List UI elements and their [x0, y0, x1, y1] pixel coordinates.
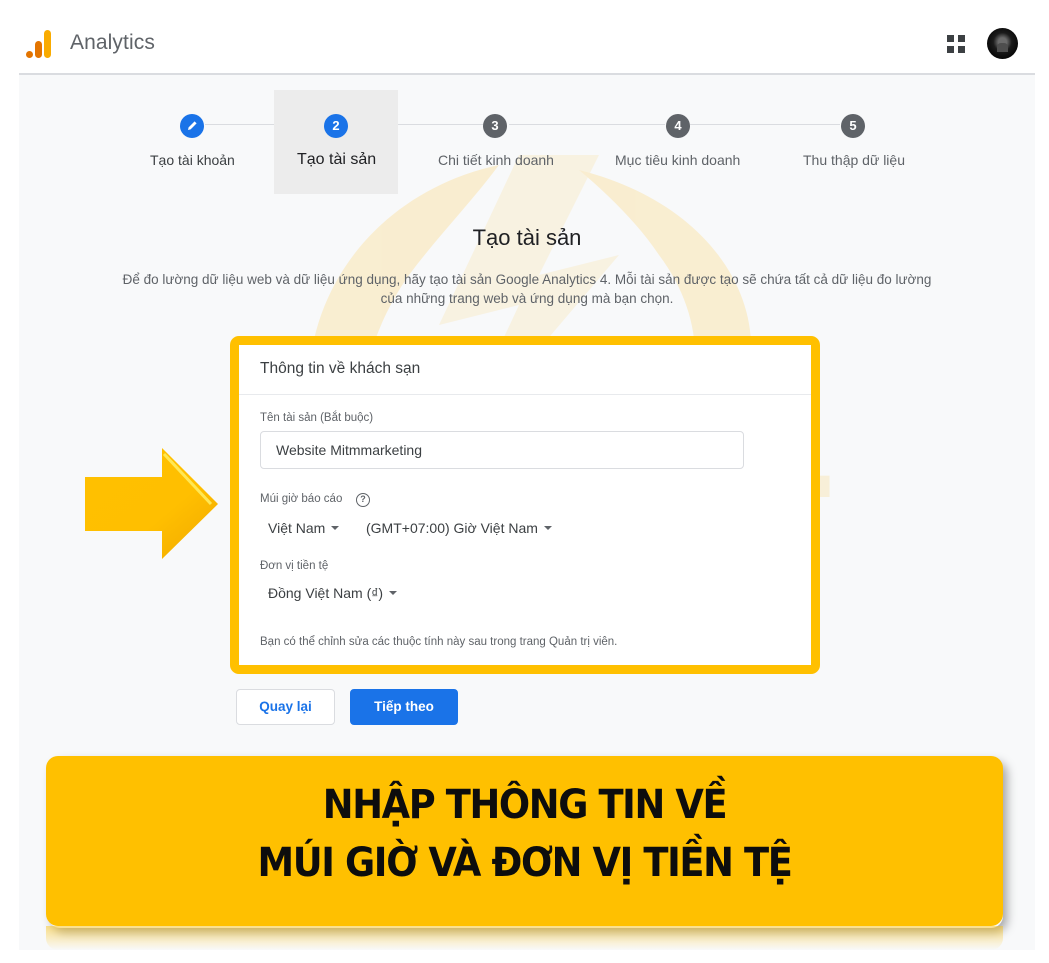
page-title: Tạo tài sản — [472, 225, 582, 250]
page-description: Để đo lường dữ liệu web và dữ liệu ứng d… — [122, 272, 932, 306]
currency-dropdown[interactable]: Đồng Việt Nam (₫) — [268, 585, 398, 601]
analytics-logo-icon[interactable] — [26, 28, 52, 58]
caret-down-icon — [389, 591, 398, 596]
step-label: Chi tiết kinh doanh — [438, 152, 554, 168]
step-label: Tạo tài khoản — [150, 152, 235, 168]
step-business-details[interactable]: 3 Chi tiết kinh doanh — [419, 90, 579, 194]
property-details-card: Thông tin về khách sạn Tên tài sản (Bắt … — [230, 336, 820, 674]
step-label: Tạo tài sản — [297, 151, 377, 168]
currency-label: Đơn vị tiền tệ — [260, 560, 329, 572]
pointer-arrow-icon — [85, 448, 218, 559]
step-number: 5 — [841, 114, 865, 138]
step-create-property[interactable]: 2 Tạo tài sản — [274, 90, 398, 194]
caret-down-icon — [543, 526, 552, 531]
property-name-label: Tên tài sản (Bắt buộc) — [260, 412, 374, 424]
timezone-country-dropdown[interactable]: Việt Nam — [268, 520, 340, 536]
card-title: Thông tin về khách sạn — [260, 360, 421, 377]
edit-later-hint: Bạn có thể chỉnh sửa các thuộc tính này … — [260, 636, 618, 648]
currency-value: Đồng Việt Nam (₫) — [268, 585, 384, 601]
user-avatar[interactable] — [987, 28, 1018, 59]
banner-line-2: MÚI GIỜ VÀ ĐƠN VỊ TIỀN TỆ — [257, 840, 792, 886]
timezone-zone-value: (GMT+07:00) Giờ Việt Nam — [366, 520, 538, 536]
step-label: Mục tiêu kinh doanh — [615, 152, 741, 168]
property-name-input[interactable] — [260, 431, 744, 469]
timezone-label: Múi giờ báo cáo — [260, 493, 343, 505]
apps-grid-icon[interactable] — [947, 35, 965, 53]
banner-reflection — [46, 926, 1003, 950]
top-app-bar: Analytics — [0, 0, 1049, 74]
step-number: 4 — [666, 114, 690, 138]
setup-stepper: Tạo tài khoản 2 Tạo tài sản 3 Chi tiết k… — [19, 75, 1035, 195]
step-data-collection[interactable]: 5 Thu thập dữ liệu — [789, 90, 919, 194]
next-button[interactable]: Tiếp theo — [350, 689, 458, 725]
step-create-account[interactable]: Tạo tài khoản — [129, 90, 259, 194]
step-label: Thu thập dữ liệu — [803, 152, 905, 168]
step-business-objectives[interactable]: 4 Mục tiêu kinh doanh — [599, 90, 759, 194]
caret-down-icon — [331, 526, 340, 531]
timezone-zone-dropdown[interactable]: (GMT+07:00) Giờ Việt Nam — [366, 520, 552, 536]
pencil-icon — [180, 114, 204, 138]
step-number: 2 — [324, 114, 348, 138]
card-header: Thông tin về khách sạn — [239, 345, 811, 395]
step-number: 3 — [483, 114, 507, 138]
help-icon[interactable]: ? — [356, 493, 370, 507]
timezone-country-value: Việt Nam — [268, 520, 326, 536]
app-title[interactable]: Analytics — [70, 31, 155, 55]
back-button[interactable]: Quay lại — [236, 689, 335, 725]
instruction-banner: NHẬP THÔNG TIN VỀ MÚI GIỜ VÀ ĐƠN VỊ TIỀN… — [46, 756, 1003, 926]
banner-line-1: NHẬP THÔNG TIN VỀ — [322, 782, 728, 828]
